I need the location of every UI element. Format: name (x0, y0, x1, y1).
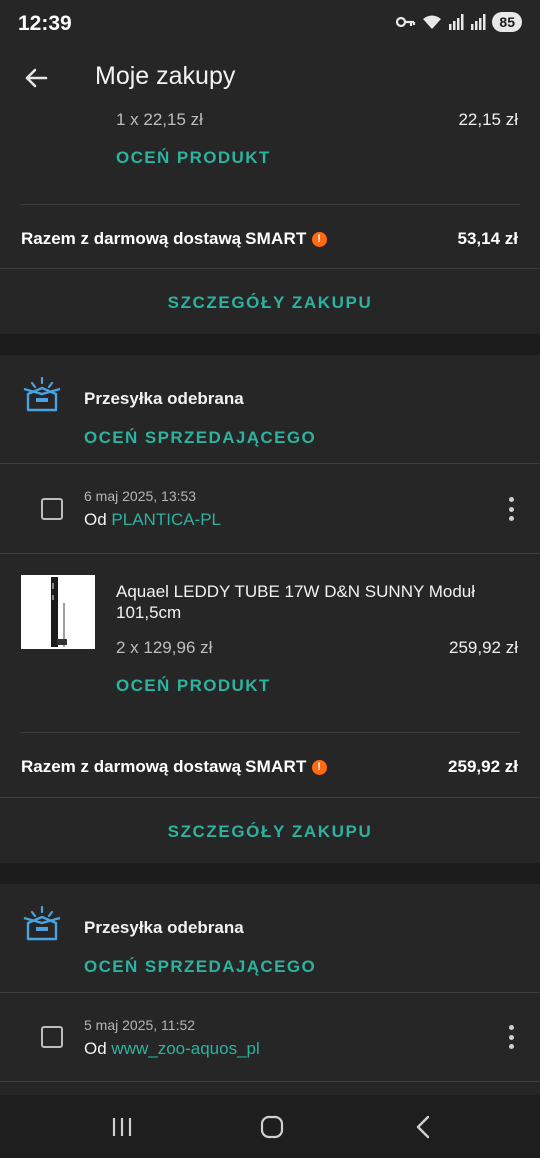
total-value: 53,14 zł (457, 229, 519, 248)
purchase-details-button[interactable]: SZCZEGÓŁY ZAKUPU (0, 293, 540, 313)
product-name[interactable]: Aquael LEDDY TUBE 17W D&N SUNNY Moduł 10… (116, 581, 506, 623)
wifi-icon (423, 15, 442, 29)
seller-link[interactable]: www_zoo-aquos_pl (111, 1039, 259, 1058)
line-total: 259,92 zł (449, 638, 518, 657)
product-thumbnail[interactable] (21, 575, 95, 649)
divider (20, 204, 520, 205)
status-time: 12:39 (18, 12, 72, 35)
from-label: Od (84, 510, 107, 529)
quantity-price: 1 x 22,15 zł (116, 110, 203, 129)
divider (0, 992, 540, 993)
key-icon (396, 16, 416, 28)
seller-link[interactable]: PLANTICA-PL (111, 510, 221, 529)
order-date: 5 maj 2025, 11:52 (84, 1017, 196, 1033)
order-seller-line: Od www_zoo-aquos_pl (84, 1039, 260, 1059)
shipment-status: Przesyłka odebrana (84, 389, 244, 408)
back-arrow-icon[interactable] (20, 62, 52, 94)
rate-seller-button[interactable]: OCEŃ SPRZEDAJĄCEGO (84, 957, 316, 977)
more-vert-icon[interactable] (508, 1025, 514, 1049)
total-value: 259,92 zł (448, 757, 518, 776)
nav-back-icon[interactable] (410, 1113, 438, 1141)
shipment-status: Przesyłka odebrana (84, 918, 244, 937)
more-vert-icon[interactable] (508, 497, 514, 521)
order-checkbox[interactable] (41, 1026, 63, 1048)
status-icons: 85 (396, 12, 522, 32)
purchase-details-button[interactable]: SZCZEGÓŁY ZAKUPU (0, 822, 540, 842)
line-total: 22,15 zł (458, 110, 518, 129)
box-icon (23, 906, 61, 941)
divider (0, 1081, 540, 1082)
total-label-text: Razem z darmową dostawą (21, 229, 242, 248)
smart-badge-icon: ! (311, 231, 327, 247)
divider (0, 553, 540, 554)
divider (20, 732, 520, 733)
divider (0, 463, 540, 464)
order-card-previous: 1 x 22,15 zł 22,15 zł OCEŃ PRODUKT Razem… (0, 110, 540, 334)
smart-label: SMART (245, 757, 307, 776)
app-bar: Moje zakupy (0, 48, 540, 110)
smart-badge-icon: ! (311, 759, 327, 775)
signal-icon (471, 14, 486, 30)
total-label: Razem z darmową dostawą SMART ! (21, 229, 327, 249)
quantity-price: 2 x 129,96 zł (116, 638, 213, 657)
order-checkbox[interactable] (41, 498, 63, 520)
signal-icon (449, 14, 464, 30)
box-icon (23, 377, 61, 412)
battery-indicator: 85 (492, 12, 522, 32)
order-date: 6 maj 2025, 13:53 (84, 488, 197, 504)
rate-seller-button[interactable]: OCEŃ SPRZEDAJĄCEGO (84, 428, 316, 448)
page-title: Moje zakupy (95, 62, 236, 90)
order-seller-line: Od PLANTICA-PL (84, 510, 221, 530)
order-card-2: Przesyłka odebrana OCEŃ SPRZEDAJĄCEGO 5 … (0, 884, 540, 1095)
divider (0, 797, 540, 798)
system-nav-bar (0, 1095, 540, 1158)
rate-product-button[interactable]: OCEŃ PRODUKT (116, 148, 271, 168)
recent-apps-icon[interactable] (108, 1113, 136, 1141)
total-label: Razem z darmową dostawą SMART ! (21, 757, 327, 777)
divider (0, 268, 540, 269)
home-icon[interactable] (258, 1113, 286, 1141)
from-label: Od (84, 1039, 107, 1058)
rate-product-button[interactable]: OCEŃ PRODUKT (116, 676, 271, 696)
led-tube-image (51, 577, 67, 647)
smart-label: SMART (245, 229, 307, 248)
order-card-1: Przesyłka odebrana OCEŃ SPRZEDAJĄCEGO 6 … (0, 355, 540, 863)
status-bar: 12:39 85 (0, 0, 540, 48)
total-label-text: Razem z darmową dostawą (21, 757, 242, 776)
